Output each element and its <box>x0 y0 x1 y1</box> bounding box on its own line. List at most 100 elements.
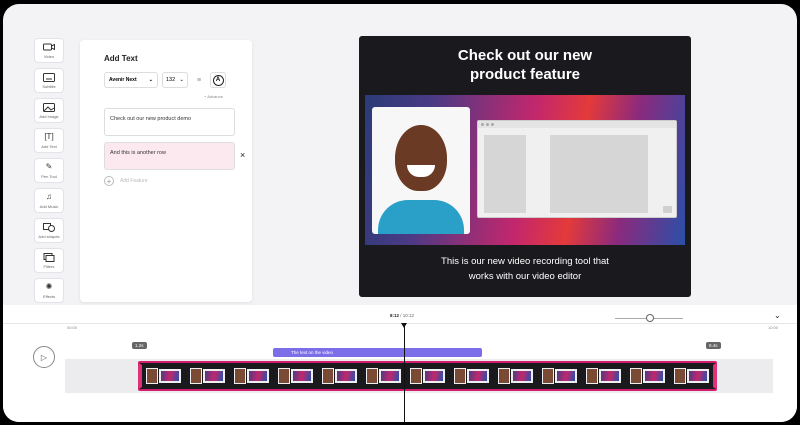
plus-icon: + <box>104 176 114 186</box>
preview-caption: This is our new video recording tool tha… <box>359 254 691 284</box>
tool-label: Add Image <box>39 113 59 119</box>
thumbnail-face <box>322 368 334 384</box>
window-titlebar <box>478 121 676 128</box>
person-head <box>395 125 447 191</box>
caption-line: works with our video editor <box>468 271 582 282</box>
add-shapes-tool-button[interactable]: Add shapes <box>34 218 64 243</box>
thumbnail-face <box>498 368 510 384</box>
font-controls: Avenir Next ⌄ 132 ⌄ ≡ A <box>104 72 236 88</box>
add-image-tool-button[interactable]: Add Image <box>34 98 64 123</box>
thumbnail-face <box>630 368 642 384</box>
tool-sidebar: Video Subtitle Add Image [T] Add Text ✎ … <box>34 38 68 303</box>
chevron-down-icon: ⌄ <box>179 77 184 83</box>
text-style-letter: A <box>212 74 224 86</box>
add-feature-label: Add Feature <box>120 178 148 184</box>
video-frame <box>365 95 685 245</box>
playhead[interactable] <box>404 326 405 422</box>
effects-tool-button[interactable]: ✺ Effects <box>34 278 64 303</box>
clip-thumbnail <box>586 366 627 386</box>
music-icon: ♫ <box>46 192 52 201</box>
tool-label: Effects <box>42 293 56 299</box>
advance-link[interactable]: + Advance <box>204 94 223 99</box>
filters-icon <box>43 252 55 262</box>
image-icon <box>43 102 55 112</box>
text-style-button[interactable]: A <box>210 72 226 88</box>
play-button[interactable]: ▷ <box>33 346 55 368</box>
subtitle-tool-button[interactable]: Subtitle <box>34 68 64 93</box>
panel-title: Add Text <box>104 54 138 63</box>
person-shirt <box>378 200 464 234</box>
clip-thumbnail <box>454 366 495 386</box>
time-tick-end: 10:00 <box>768 325 779 330</box>
clip-thumbnail <box>498 366 539 386</box>
thumbnail-face <box>586 368 598 384</box>
clip-thumbnail <box>674 366 715 386</box>
thumbnail-face <box>234 368 246 384</box>
app-window: Video Subtitle Add Image [T] Add Text ✎ … <box>3 4 797 422</box>
clip-thumbnail <box>234 366 275 386</box>
video-clip[interactable] <box>138 361 717 391</box>
tool-label: Pen Tool <box>41 173 57 179</box>
add-feature-button[interactable]: + Add Feature <box>104 176 148 186</box>
preview-title-line: Check out our new <box>457 47 593 64</box>
thumbnail-face <box>410 368 422 384</box>
total-time: / 10:12 <box>400 313 415 318</box>
text-track-clip[interactable]: The text on the video <box>273 348 482 357</box>
current-time: 8:12 <box>390 313 400 318</box>
thumbnail-screen <box>511 369 533 383</box>
add-text-tool-button[interactable]: [T] Add Text <box>34 128 64 153</box>
text-row-input[interactable]: And this is another row <box>104 142 235 170</box>
clip-thumbnail <box>278 366 319 386</box>
trim-start-marker: 1.2s <box>132 342 147 349</box>
effects-icon: ✺ <box>45 282 53 291</box>
thumbnail-face <box>190 368 202 384</box>
thumbnail-screen <box>159 369 181 383</box>
playhead-handle[interactable] <box>401 323 407 328</box>
tool-label: Add Text <box>41 143 57 149</box>
pen-tool-button[interactable]: ✎ Pen Tool <box>34 158 64 183</box>
trim-end-marker: 8.4s <box>706 342 721 349</box>
thumbnail-face <box>366 368 378 384</box>
text-icon: [T] <box>44 132 54 141</box>
clip-trim-handle-left[interactable] <box>138 364 142 388</box>
timecode: 8:12 / 10:12 <box>390 313 414 318</box>
text-align-button[interactable]: ≡ <box>192 73 206 87</box>
thumbnail-face <box>146 368 158 384</box>
chevron-down-icon[interactable]: ⌄ <box>774 311 781 320</box>
thumbnail-screen <box>555 369 577 383</box>
clip-thumbnail <box>190 366 231 386</box>
thumbnail-screen <box>379 369 401 383</box>
pen-icon: ✎ <box>45 162 53 171</box>
close-icon[interactable]: × <box>240 150 245 160</box>
timeline-panel: 8:12 / 10:12 ⌄ 00:00 10:00 ▷ 1.2s 8.4s T… <box>3 305 797 422</box>
clip-thumbnail <box>542 366 583 386</box>
clip-thumbnail <box>146 366 187 386</box>
zoom-slider-knob[interactable] <box>646 314 654 322</box>
tool-label: Add shapes <box>38 233 60 239</box>
clip-trim-handle-right[interactable] <box>713 364 717 388</box>
add-music-tool-button[interactable]: ♫ Add Music <box>34 188 64 213</box>
preview-title-line: product feature <box>469 66 580 83</box>
thumbnail-screen <box>247 369 269 383</box>
tool-label: Subtitle <box>42 83 56 89</box>
window-button-placeholder <box>663 206 672 213</box>
thumbnail-screen <box>599 369 621 383</box>
text-row-input[interactable]: Check out our new product demo <box>104 108 235 136</box>
thumbnail-screen <box>643 369 665 383</box>
tool-label: Add Music <box>39 203 59 209</box>
thumbnail-face <box>278 368 290 384</box>
thumbnail-face <box>674 368 686 384</box>
thumbnail-screen <box>687 369 709 383</box>
thumbnail-screen <box>423 369 445 383</box>
font-family-select[interactable]: Avenir Next ⌄ <box>104 72 158 88</box>
font-size-select[interactable]: 132 ⌄ <box>162 72 188 88</box>
video-tool-button[interactable]: Video <box>34 38 64 63</box>
window-content-placeholder <box>550 135 648 213</box>
thumbnail-screen <box>203 369 225 383</box>
caption-line: This is our new video recording tool tha… <box>441 256 609 267</box>
font-family-value: Avenir Next <box>109 77 137 83</box>
filters-tool-button[interactable]: Filters <box>34 248 64 273</box>
clip-thumbnail <box>410 366 451 386</box>
shapes-icon <box>43 222 55 232</box>
window-sidebar-placeholder <box>484 135 526 213</box>
